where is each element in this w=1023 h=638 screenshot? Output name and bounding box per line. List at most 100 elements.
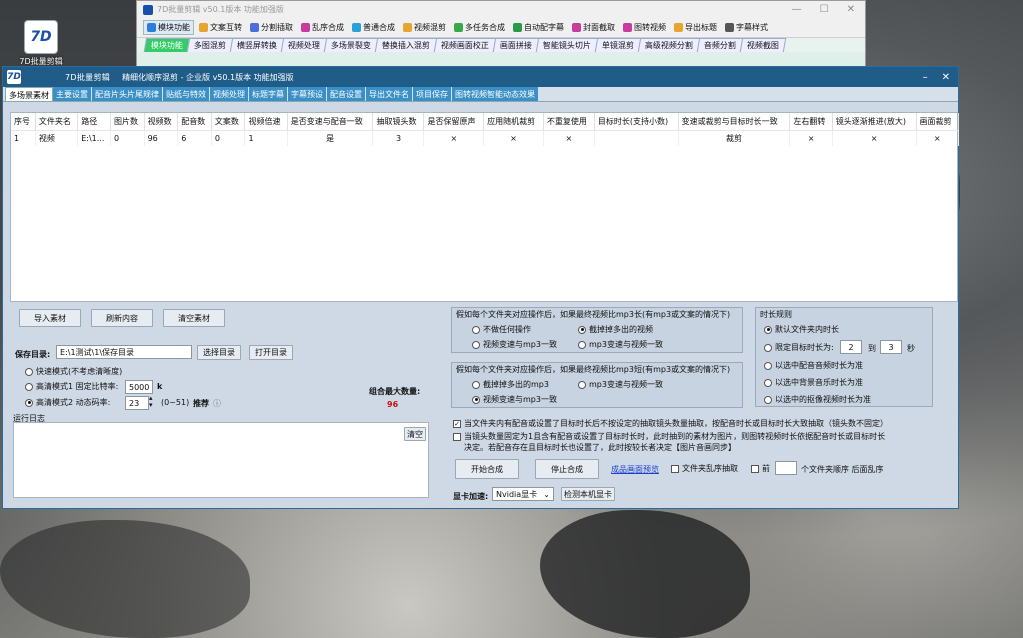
start-compose-button[interactable]: 开始合成 (455, 459, 519, 479)
module-subtab[interactable]: 视频画面校正 (433, 38, 497, 52)
module-subtab[interactable]: 单镜混剪 (594, 38, 642, 52)
toolbar-button[interactable]: 普通合成 (349, 21, 398, 34)
open-dir-button[interactable]: 打开目录 (249, 345, 293, 360)
table-column-header[interactable]: 画面裁剪 (916, 113, 960, 131)
module-subtab[interactable]: 模块功能 (143, 38, 191, 52)
minimize-icon[interactable]: – (923, 72, 928, 83)
fast-mode-radio[interactable]: 快速模式(不考虑清晰度) (25, 366, 122, 377)
toolbar-button[interactable]: 模块功能 (143, 20, 194, 35)
crf-spinner-icon[interactable]: ▴ ▾ (149, 395, 153, 409)
stop-compose-button[interactable]: 停止合成 (535, 459, 599, 479)
module-subtab[interactable]: 替换插入混剪 (374, 38, 438, 52)
front-order-checkbox[interactable]: 前 (751, 463, 770, 474)
toolbar-button[interactable]: 文案互转 (196, 21, 245, 34)
import-material-button[interactable]: 导入素材 (19, 309, 81, 327)
table-cell[interactable]: × (832, 130, 917, 146)
settings-tab[interactable]: 导出文件名 (366, 87, 413, 101)
table-cell[interactable]: 96 (144, 130, 179, 146)
duration-option-default[interactable]: 默认文件夹内时长 (764, 324, 839, 335)
settings-tab[interactable]: 多场景素材 (5, 87, 53, 101)
module-subtab[interactable]: 多场景裂变 (323, 38, 379, 52)
choose-dir-button[interactable]: 选择目录 (197, 345, 241, 360)
hq1-mode-radio[interactable]: 高清模式1 固定比特率: (25, 381, 118, 392)
table-cell[interactable]: 裁剪 (678, 130, 791, 146)
settings-tab[interactable]: 视频处理 (210, 87, 249, 101)
g2-option-mp3-speed[interactable]: mp3变速与视频一致 (578, 379, 663, 390)
g2-option-video-speed[interactable]: 视频变速与mp3一致 (472, 394, 557, 405)
dynamic-crf-input[interactable]: 23 (125, 396, 149, 410)
table-column-header[interactable]: 文案数 (211, 113, 246, 131)
table-cell[interactable]: 是 (287, 130, 374, 146)
fixed-bitrate-input[interactable]: 5000 (125, 380, 153, 394)
minimize-icon[interactable]: — (792, 4, 802, 15)
table-cell[interactable]: 0 (211, 130, 246, 146)
hq2-mode-radio[interactable]: 高清模式2 动态码率: (25, 397, 110, 408)
background-window[interactable]: 7D批量剪辑 v50.1版本 功能加强版 — ☐ ✕ 模块功能 文案互转 分割插取 乱… (136, 0, 866, 68)
g1-option-video-speed[interactable]: 视频变速与mp3一致 (472, 339, 557, 350)
table-column-header[interactable]: 不重复使用 (543, 113, 595, 131)
g1-option-trim-video[interactable]: 截掉掉多出的视频 (578, 324, 653, 335)
g1-option-none[interactable]: 不做任何操作 (472, 324, 531, 335)
close-icon[interactable]: ✕ (942, 72, 950, 83)
toolbar-button[interactable]: 封面截取 (569, 21, 618, 34)
table-cell[interactable]: × (423, 130, 485, 146)
module-subtab[interactable]: 视频处理 (280, 38, 328, 52)
table-column-header[interactable]: 镜头逐渐推进(放大) (832, 113, 917, 131)
table-cell[interactable]: E:\1... (77, 130, 111, 146)
table-column-header[interactable]: 图片数 (110, 113, 145, 131)
table-column-header[interactable]: 应用随机裁剪 (483, 113, 544, 131)
table-cell[interactable]: × (543, 130, 595, 146)
toolbar-button[interactable]: 图转视频 (620, 21, 669, 34)
table-column-header[interactable]: 左右翻转 (789, 113, 833, 131)
table-column-header[interactable]: 视频数 (144, 113, 179, 131)
g1-option-mp3-speed[interactable]: mp3变速与视频一致 (578, 339, 663, 350)
duration-to-input[interactable]: 3 (880, 340, 902, 354)
main-window[interactable]: 7D 7D批量剪辑 精细化顺序混剪 - 企业版 v50.1版本 功能加强版 – … (2, 66, 960, 509)
toolbar-button[interactable]: 分割插取 (247, 21, 296, 34)
table-cell[interactable]: × (483, 130, 544, 146)
toolbar-button[interactable]: 字幕样式 (722, 21, 771, 34)
desktop-app-icon[interactable]: 7D 7D批量剪辑 (18, 20, 64, 67)
save-dir-input[interactable]: E:\1测试\1\保存目录 (56, 345, 192, 359)
table-column-header[interactable]: 是否变速与配音一致 (287, 113, 374, 131)
table-cell[interactable]: × (789, 130, 833, 146)
table-column-header[interactable]: 序号 (11, 113, 36, 131)
table-column-header[interactable]: 变速或裁剪与目标时长一致 (678, 113, 791, 131)
settings-tab[interactable]: 标题字幕 (249, 87, 288, 101)
table-column-header[interactable]: 文件夹名 (35, 113, 79, 131)
g2-option-trim-mp3[interactable]: 截掉掉多出的mp3 (472, 379, 549, 390)
table-column-header[interactable]: 视频倍速 (244, 113, 288, 131)
module-subtab[interactable]: 音频分割 (696, 38, 744, 52)
settings-tab[interactable]: 主要设置 (53, 87, 92, 101)
settings-tab[interactable]: 配音设置 (327, 87, 366, 101)
duration-from-input[interactable]: 2 (840, 340, 862, 354)
help-icon[interactable]: ⓘ (213, 398, 221, 409)
table-column-header[interactable]: 路径 (77, 113, 111, 131)
gpu-select[interactable]: Nvidia显卡 ⌄ (492, 487, 554, 501)
table-row[interactable]: 1 视频 E:\1... 0 96 6 0 1 是 3 × × × 裁剪 × × × (11, 130, 960, 146)
table-cell[interactable]: 0 (110, 130, 145, 146)
duration-option-matte[interactable]: 以选中的抠像视频时长为准 (764, 394, 871, 405)
toolbar-button[interactable]: 视频混剪 (400, 21, 449, 34)
module-subtab[interactable]: 智能镜头切片 (535, 38, 599, 52)
settings-tab[interactable]: 项目保存 (413, 87, 452, 101)
duration-option-limit[interactable]: 限定目标时长为: (764, 342, 834, 353)
duration-option-bgm[interactable]: 以选中背景音乐时长为准 (764, 377, 863, 388)
image-audio-sync-checkbox[interactable]: 当镜头数量固定为1且含有配音或设置了目标时长时，此时抽到的素材为图片，则图转视频… (453, 431, 885, 442)
main-window-titlebar[interactable]: 7D 7D批量剪辑 精细化顺序混剪 - 企业版 v50.1版本 功能加强版 – … (3, 67, 958, 87)
table-column-header[interactable]: 抽取镜头数 (372, 113, 425, 131)
table-cell[interactable] (594, 130, 679, 146)
clear-material-button[interactable]: 清空素材 (163, 309, 225, 327)
settings-tab[interactable]: 贴纸与特效 (163, 87, 210, 101)
table-cell[interactable]: 1 (244, 130, 288, 146)
toolbar-button[interactable]: 多任务合成 (451, 21, 508, 34)
settings-tab[interactable]: 配音片头片尾规律 (92, 87, 163, 101)
module-subtab[interactable]: 多图混剪 (186, 38, 234, 52)
module-subtab[interactable]: 视频截图 (739, 38, 787, 52)
folder-shuffle-checkbox[interactable]: 文件夹乱序抽取 (671, 463, 738, 474)
clear-log-button[interactable]: 清空 (404, 427, 426, 441)
module-subtab[interactable]: 横竖屏转换 (229, 38, 285, 52)
background-window-titlebar[interactable]: 7D批量剪辑 v50.1版本 功能加强版 — ☐ ✕ (137, 1, 865, 18)
toolbar-button[interactable]: 导出标题 (671, 21, 720, 34)
material-table[interactable]: 序号 文件夹名 路径 图片数 视频数 配音数 文案数 视频倍速 是否变速与配音一致 抽取镜头数 是否… (11, 113, 960, 146)
